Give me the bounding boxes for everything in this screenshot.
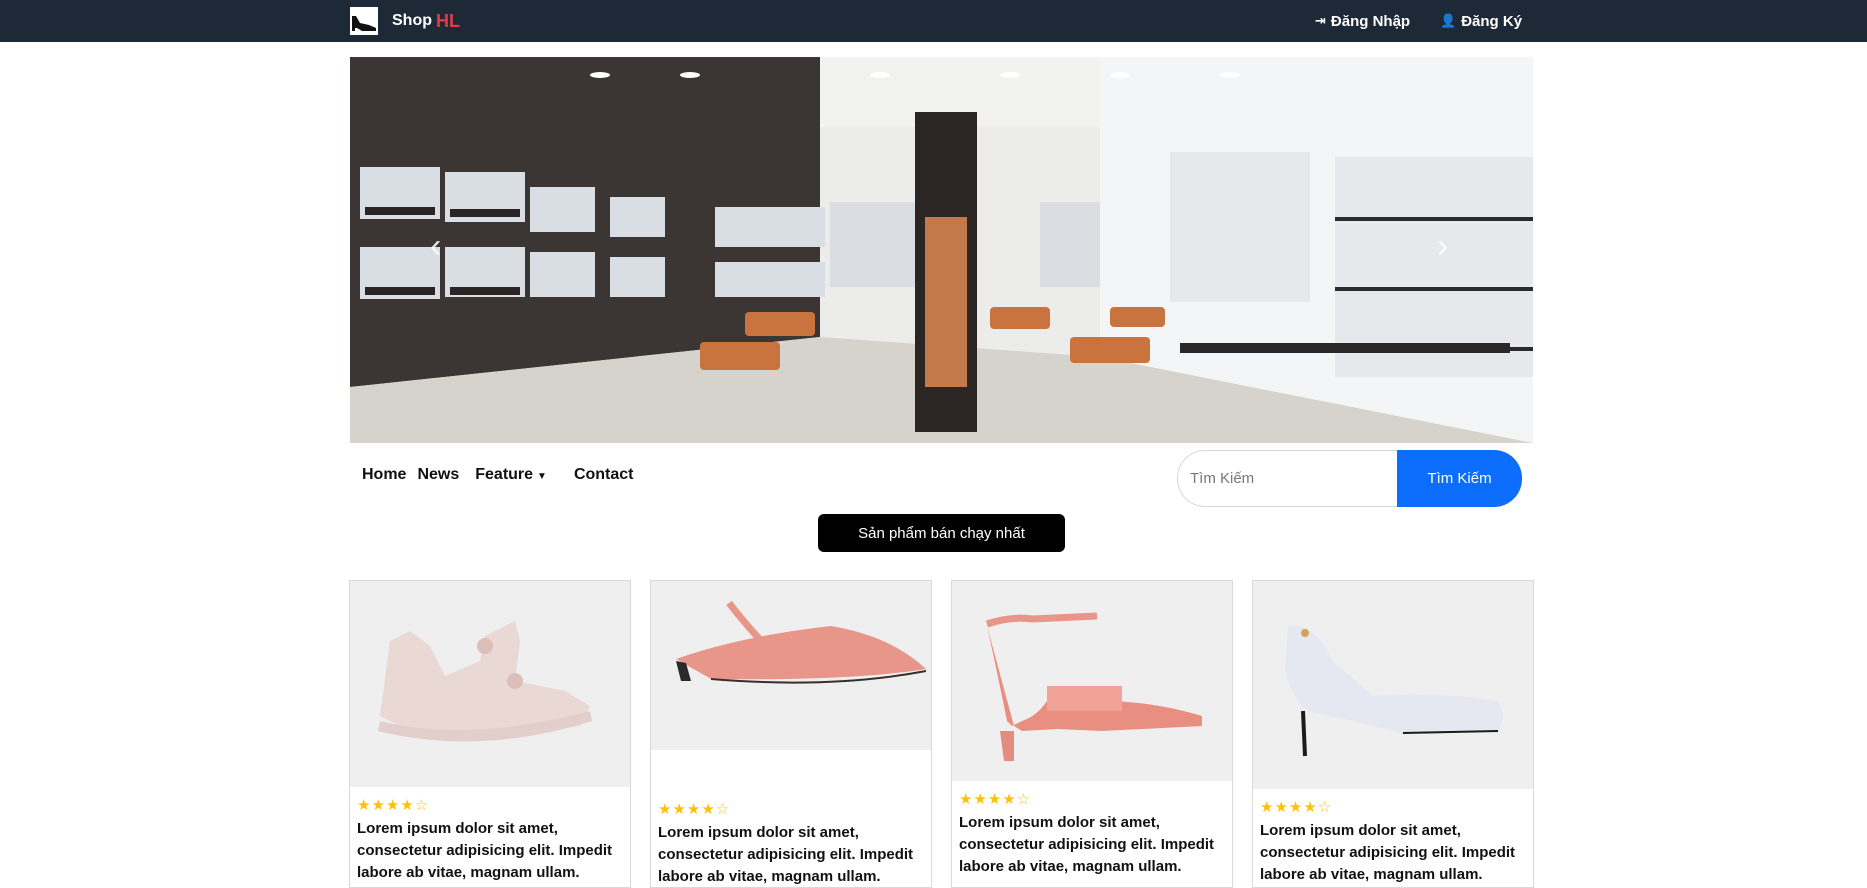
rating-stars: ★★★★☆ [1260, 798, 1533, 816]
register-link[interactable]: 👤 Đăng Ký [1440, 0, 1522, 42]
best-sellers-button[interactable]: Sản phẩm bán chạy nhất [818, 514, 1065, 552]
sign-in-icon: ⇥ [1315, 13, 1326, 28]
product-image [952, 581, 1232, 781]
top-navbar: Shop HL ⇥ Đăng Nhập 👤 Đăng Ký [0, 0, 1867, 42]
product-image [350, 581, 630, 787]
hero-carousel: ‹ › [350, 57, 1533, 443]
nav-contact[interactable]: Contact [574, 466, 634, 484]
rating-stars: ★★★★☆ [658, 800, 931, 818]
star-icon: ★★★★ [357, 797, 415, 814]
product-description: Lorem ipsum dolor sit amet, consectetur … [959, 814, 1215, 875]
nav-news[interactable]: News [417, 466, 459, 484]
login-label: Đăng Nhập [1330, 12, 1411, 30]
star-empty-icon: ☆ [715, 801, 731, 818]
product-card[interactable]: ★★★★☆ Lorem ipsum dolor sit amet, consec… [349, 580, 631, 888]
brand-accent: HL [436, 10, 460, 31]
product-card[interactable]: ★★★★☆ Lorem ipsum dolor sit amet, consec… [951, 580, 1233, 888]
hero-store-image [350, 57, 1533, 443]
register-label: Đăng Ký [1461, 12, 1523, 30]
login-link[interactable]: ⇥ Đăng Nhập [1315, 0, 1410, 42]
caret-down-icon: ▼ [537, 471, 547, 482]
star-empty-icon: ☆ [1016, 791, 1032, 808]
brand-logo-shoe-icon [350, 7, 378, 35]
product-card[interactable]: ★★★★☆ Lorem ipsum dolor sit amet, consec… [1252, 580, 1534, 888]
nav-feature-label: Feature [475, 466, 534, 483]
carousel-next-icon[interactable]: › [1437, 227, 1448, 266]
search-form: Tìm Kiếm Tìm Kiếm [1177, 450, 1522, 507]
brand-name: Shop [392, 12, 432, 29]
nav-home[interactable]: Home [362, 466, 406, 484]
product-card[interactable]: ★★★★☆ Lorem ipsum dolor sit amet, consec… [650, 580, 932, 888]
rating-stars: ★★★★☆ [357, 796, 630, 814]
nav-feature[interactable]: Feature ▼ [475, 466, 558, 484]
product-description: Lorem ipsum dolor sit amet, consectetur … [1260, 822, 1516, 883]
star-empty-icon: ☆ [1317, 799, 1333, 816]
star-empty-icon: ☆ [414, 797, 430, 814]
main-nav: Home News Feature ▼ Contact [362, 466, 645, 484]
product-description: Lorem ipsum dolor sit amet, consectetur … [658, 824, 914, 885]
star-icon: ★★★★ [1260, 799, 1318, 816]
product-image [1253, 581, 1533, 789]
brand[interactable]: Shop HL [350, 7, 460, 35]
search-button[interactable]: Tìm Kiếm [1397, 450, 1522, 507]
star-icon: ★★★★ [959, 791, 1017, 808]
user-plus-icon: 👤 [1440, 13, 1457, 28]
search-input[interactable]: Tìm Kiếm [1177, 450, 1397, 507]
carousel-prev-icon[interactable]: ‹ [430, 227, 441, 266]
product-image [651, 581, 931, 750]
rating-stars: ★★★★☆ [959, 790, 1232, 808]
product-description: Lorem ipsum dolor sit amet, consectetur … [357, 820, 613, 881]
star-icon: ★★★★ [658, 801, 716, 818]
